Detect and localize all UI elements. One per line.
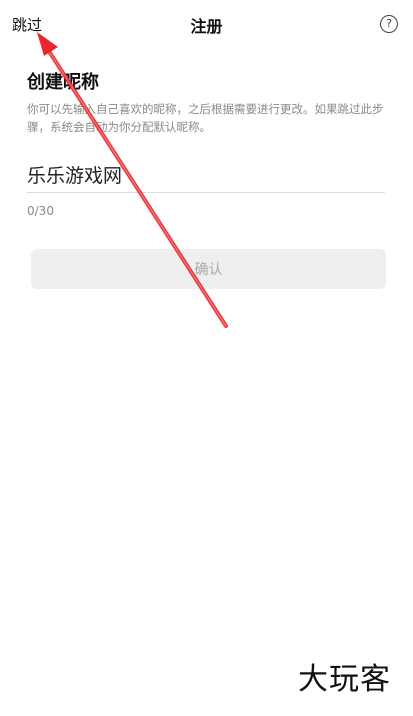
help-icon[interactable]: ? [380,15,398,33]
char-count: 0/30 [27,204,54,218]
page-title: 注册 [190,17,223,36]
nickname-input[interactable] [27,156,385,193]
section-title: 创建昵称 [27,72,99,93]
register-page: 跳过 注册 ? 创建昵称 你可以先输入自己喜欢的昵称，之后根据需要进行更改。如果… [0,0,413,716]
top-bar: 跳过 注册 ? [0,0,413,48]
confirm-button[interactable]: 确认 [31,249,386,289]
brand-watermark: 大玩客 [298,662,391,697]
description-text: 你可以先输入自己喜欢的昵称，之后根据需要进行更改。如果跳过此步骤，系统会自动为你… [27,102,384,134]
